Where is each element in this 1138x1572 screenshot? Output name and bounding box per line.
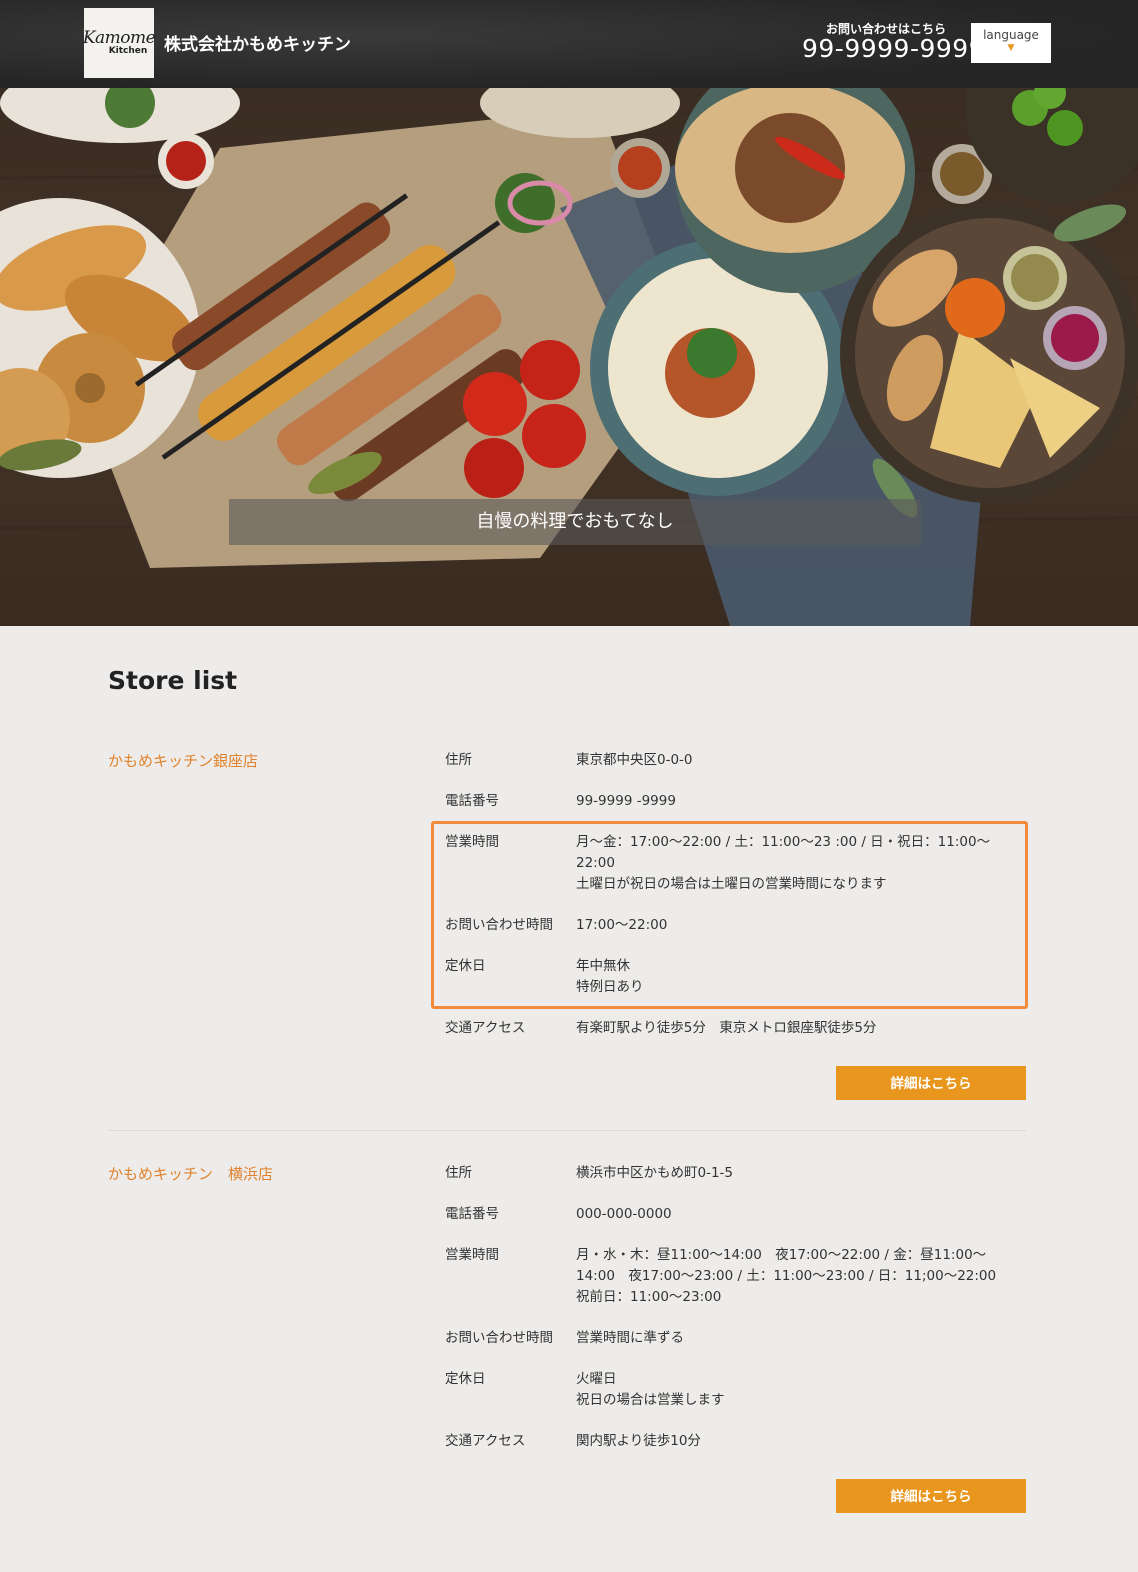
language-selector[interactable]: language ▼ [971,23,1051,63]
store-info-yokohama: 住所 横浜市中区かもめ町0-1-5 電話番号 000-000-0000 営業時間… [445,1163,1025,1472]
page-title: Store list [108,666,238,695]
value-line: 月・水・木：昼11:00～14:00 夜17:00～22:00 / 金：昼11:… [576,1247,987,1263]
row-label: 電話番号 [445,793,499,809]
info-row-address: 住所 横浜市中区かもめ町0-1-5 [445,1163,1025,1184]
hero-food-image [0,88,1138,626]
row-label: 電話番号 [445,1206,499,1222]
store-name-ginza[interactable]: かもめキッチン銀座店 [108,750,258,771]
row-value: 関内駅より徒歩10分 [576,1431,1025,1452]
row-label: 交通アクセス [445,1020,526,1036]
store-divider [108,1130,1026,1131]
value-line: 営業時間に準ずる [576,1330,684,1346]
row-label: お問い合わせ時間 [445,1330,553,1346]
store-name-yokohama[interactable]: かもめキッチン 横浜店 [108,1163,273,1184]
site-header: Kamome Kitchen 株式会社かもめキッチン お問い合わせはこちら 99… [0,0,1138,88]
info-row-address: 住所 東京都中央区0-0-0 [445,750,1025,771]
company-name[interactable]: 株式会社かもめキッチン [164,30,351,55]
highlight-box [431,821,1028,1009]
row-label: 営業時間 [445,1247,499,1263]
info-row-inquiry-hours: お問い合わせ時間 営業時間に準ずる [445,1328,1025,1349]
value-line: 関内駅より徒歩10分 [576,1433,701,1449]
value-line: 火曜日 [576,1371,617,1387]
info-row-hours: 営業時間 月・水・木：昼11:00～14:00 夜17:00～22:00 / 金… [445,1245,1025,1308]
logo-sub-text: Kitchen [108,45,148,56]
row-value: 横浜市中区かもめ町0-1-5 [576,1163,1025,1184]
logo-script-text: Kamome [82,27,156,48]
row-value: 有楽町駅より徒歩5分 東京メトロ銀座駅徒歩5分 [576,1018,1025,1039]
row-label: 住所 [445,1165,472,1181]
info-row-phone: 電話番号 99-9999 -9999 [445,791,1025,812]
row-value: 月・水・木：昼11:00～14:00 夜17:00～22:00 / 金：昼11:… [576,1245,1025,1308]
value-line: 東京都中央区0-0-0 [576,752,693,768]
row-value: 火曜日 祝日の場合は営業します [576,1369,1025,1411]
value-line: 99-9999 -9999 [576,793,676,809]
chevron-down-icon: ▼ [1007,43,1015,53]
detail-button-ginza[interactable]: 詳細はこちら [836,1066,1026,1100]
info-row-closed-days: 定休日 火曜日 祝日の場合は営業します [445,1369,1025,1411]
value-line: 祝前日：11:00～23:00 [576,1289,722,1305]
row-label: 住所 [445,752,472,768]
hero-banner: 自慢の料理でおもてなし [0,88,1138,626]
value-line: 14:00 夜17:00～23:00 / 土：11:00～23:00 / 日：1… [576,1268,997,1284]
phone-number[interactable]: 99-9999-9999 [802,34,985,63]
row-value: 営業時間に準ずる [576,1328,1025,1349]
row-value: 000-000-0000 [576,1204,1025,1225]
language-label: language [983,28,1039,42]
row-value: 東京都中央区0-0-0 [576,750,1025,771]
row-label: 定休日 [445,1371,486,1387]
info-row-access: 交通アクセス 関内駅より徒歩10分 [445,1431,1025,1452]
detail-button-yokohama[interactable]: 詳細はこちら [836,1479,1026,1513]
row-label: 交通アクセス [445,1433,526,1449]
value-line: 横浜市中区かもめ町0-1-5 [576,1165,734,1181]
company-logo[interactable]: Kamome Kitchen [82,8,156,78]
value-line: 祝日の場合は営業します [576,1392,725,1408]
store-list-section: Store list かもめキッチン銀座店 住所 東京都中央区0-0-0 電話番… [0,626,1138,1572]
value-line: 有楽町駅より徒歩5分 東京メトロ銀座駅徒歩5分 [576,1020,877,1036]
info-row-access: 交通アクセス 有楽町駅より徒歩5分 東京メトロ銀座駅徒歩5分 [445,1018,1025,1039]
row-value: 99-9999 -9999 [576,791,1025,812]
value-line: 000-000-0000 [576,1206,672,1222]
hero-caption: 自慢の料理でおもてなし [229,499,921,545]
info-row-phone: 電話番号 000-000-0000 [445,1204,1025,1225]
